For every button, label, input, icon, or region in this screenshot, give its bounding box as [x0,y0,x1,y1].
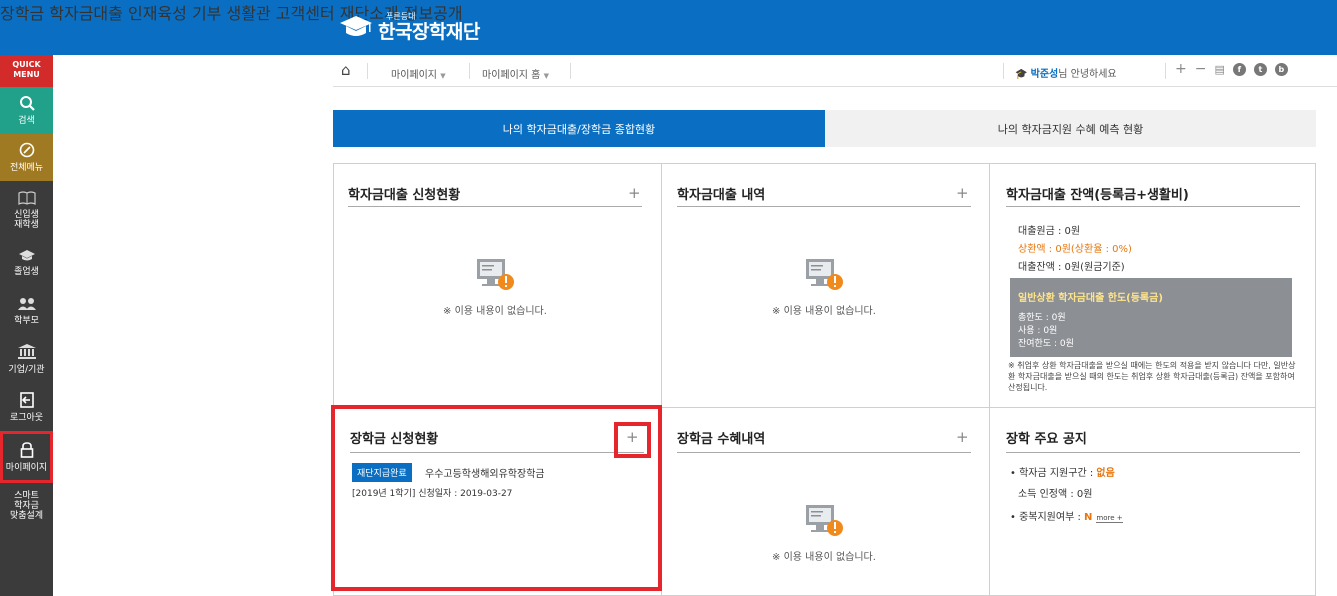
divider [1006,452,1300,453]
bank-icon [17,343,36,363]
logout-icon [19,391,35,411]
nav-talent-development[interactable]: 인재육성 [128,4,187,23]
loan-history-title: 학자금대출 내역 [677,188,766,203]
home-icon[interactable]: ⌂ [341,61,351,79]
divider [677,206,971,207]
kosaf-logo[interactable]: 푸른등대 한국장학재단 [338,7,480,47]
monitor-alert-icon [805,504,843,538]
zoom-in-icon[interactable]: + [1175,61,1187,77]
limit-total: 총한도 : 0원 [1018,313,1066,323]
limit-used: 사용 : 0원 [1018,326,1058,336]
monitor-alert-icon [476,258,514,292]
nav-customer-center[interactable]: 고객센터 [276,4,335,23]
loan-history-more-button[interactable]: + [956,184,969,202]
loan-balance-amount: 대출잔액 : 0원(원금기준) [1018,262,1125,273]
quick-menu-parents[interactable]: 학부모 [0,287,53,335]
quick-menu-company-institution[interactable]: 기업/기관 [0,335,53,383]
more-link[interactable]: more + [1096,514,1123,523]
tab-loan-scholarship-summary[interactable]: 나의 학자금대출/장학금 종합현황 [333,110,825,147]
facebook-icon[interactable]: f [1232,62,1246,76]
logo-title: 한국장학재단 [378,20,480,43]
loan-apply-more-button[interactable]: + [628,184,641,202]
logo-subtitle: 푸른등대 [386,11,416,21]
blog-icon[interactable]: b [1274,62,1288,76]
quick-menu-mypage[interactable]: 마이페이지 [0,431,53,483]
summary-tabs: 나의 학자금대출/장학금 종합현황 나의 학자금지원 수혜 예측 현황 [333,110,1316,147]
user-greeting: 🎓 박준성님 안녕하세요 [1015,69,1117,80]
quick-menu-graduate[interactable]: 졸업생 [0,239,53,287]
divider [469,63,470,79]
limit-title: 일반상환 학자금대출 한도(등록금) [1018,293,1163,304]
loan-history-empty: ※ 이용 내용이 없습니다. [677,258,971,317]
divider [348,206,642,207]
breadcrumb: ⌂ 마이페이지 ▼ 마이페이지 홈 ▼ 🎓 박준성님 안녕하세요 + − ▤ f… [333,55,1337,87]
scholarship-history-more-button[interactable]: + [956,428,969,446]
highlight-scholarship-panel [331,405,662,591]
divider [1003,63,1004,79]
loan-limit-note: ※ 취업후 상환 학자금대출을 받으실 때에는 한도의 적용을 받지 않습니다 … [1008,361,1296,392]
limit-remaining: 잔여한도 : 0원 [1018,339,1074,349]
top-navigation-bar: 푸른등대 한국장학재단 장학금 학자금대출 인재육성 기부 생활관 고객센터 재… [0,0,1337,55]
nav-student-loan[interactable]: 학자금대출 [49,4,123,23]
divider [1165,63,1166,79]
divider [367,63,368,79]
quick-menu-search[interactable]: 검색 [0,87,53,134]
search-icon [19,95,35,114]
breadcrumb-level2[interactable]: 마이페이지 홈 ▼ [482,66,549,81]
graduation-cap-icon [18,249,36,265]
quick-menu-freshman-student[interactable]: 신입생 재학생 [0,181,53,239]
user-icon: 🎓 [1015,69,1028,80]
divider [677,452,971,453]
divider [1006,206,1300,207]
loan-apply-empty: ※ 이용 내용이 없습니다. [348,258,642,317]
nav-donation[interactable]: 기부 [192,4,221,23]
chevron-down-icon: ▼ [543,72,549,80]
breadcrumb-level1[interactable]: 마이페이지 ▼ [391,66,446,81]
zoom-out-icon[interactable]: − [1195,61,1207,77]
support-bracket: • 학자금 지원구간 : 없음 [1010,468,1115,479]
general-repayment-limit-box: 일반상환 학자금대출 한도(등록금) 총한도 : 0원 사용 : 0원 잔여한도… [1010,278,1292,357]
book-icon [17,190,36,208]
divider [989,164,990,595]
page-tools: + − ▤ f t b [1175,61,1288,77]
quick-menu-logout[interactable]: 로그아웃 [0,383,53,431]
duplicate-support: • 중복지원여부 : Nmore + [1010,512,1123,523]
print-icon[interactable]: ▤ [1214,63,1224,76]
people-icon [17,297,36,314]
monitor-alert-icon [805,258,843,292]
quick-menu-smart-loan-planner[interactable]: 스마트 학자금 맞춤설계 [0,483,53,533]
quick-menu-title: QUICK MENU [0,55,53,87]
scholarship-history-empty: ※ 이용 내용이 없습니다. [677,504,971,563]
chevron-down-icon: ▼ [440,72,446,80]
nav-dormitory[interactable]: 생활관 [227,4,271,23]
quick-menu-all-menu[interactable]: 전체메뉴 [0,134,53,181]
loan-balance-title: 학자금대출 잔액(등록금+생활비) [1006,188,1189,203]
loan-apply-title: 학자금대출 신청현황 [348,188,461,203]
scholarship-history-title: 장학금 수혜내역 [677,432,766,447]
nav-scholarship[interactable]: 장학금 [0,4,44,23]
loan-principal: 대출원금 : 0원 [1018,226,1081,237]
lock-icon [20,441,34,461]
tab-support-prediction[interactable]: 나의 학자금지원 수혜 예측 현황 [825,110,1316,147]
loan-repaid: 상환액 : 0원(상환율 : 0%) [1018,244,1132,255]
notice-title: 장학 주요 공지 [1006,432,1087,447]
compass-icon [19,142,35,161]
graduation-cap-logo-icon [338,14,374,40]
quick-menu: QUICK MENU 검색 전체메뉴 신입생 재학생 졸업생 학부모 기업/기관… [0,55,53,596]
income-amount: 소득 인정액 : 0원 [1018,489,1093,500]
divider [570,63,571,79]
twitter-icon[interactable]: t [1253,62,1267,76]
